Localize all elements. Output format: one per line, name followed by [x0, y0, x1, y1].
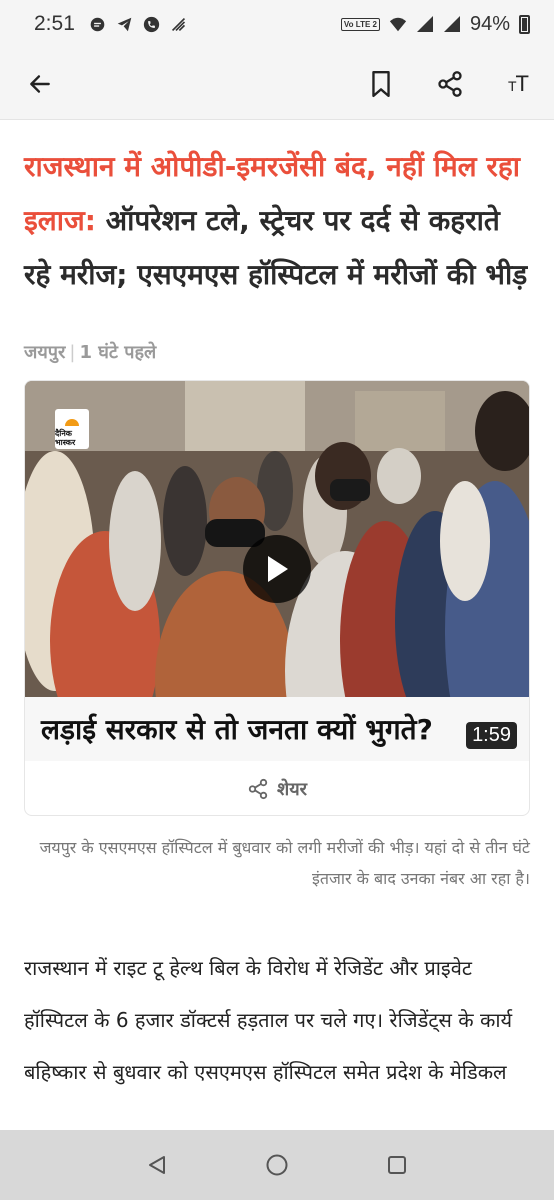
notification-icons	[89, 15, 188, 33]
bookmark-button[interactable]	[357, 60, 405, 108]
signal-stripes-icon	[170, 15, 188, 33]
message-icon	[89, 15, 107, 33]
recents-square-icon	[388, 1156, 406, 1174]
font-size-button[interactable]: TT	[494, 60, 542, 108]
logo-text: दैनिक भास्कर	[55, 429, 76, 447]
article-body: राजस्थान में राइट टू हेल्थ बिल के विरोध …	[24, 956, 513, 1084]
logo-sun-icon	[65, 419, 79, 426]
article-meta: जयपुर | 1 घंटे पहले	[24, 340, 156, 364]
photo-caption: जयपुर के एसएमएस हॉस्पिटल में बुधवार को ल…	[39, 838, 530, 888]
article-headline: राजस्थान में ओपीडी-इमरजेंसी बंद, नहीं मि…	[24, 140, 534, 302]
share-button[interactable]	[426, 60, 474, 108]
video-card: दैनिक भास्कर लड़ाई सरकार से तो जनता क्यो…	[24, 380, 530, 816]
font-size-icon: TT	[507, 71, 529, 96]
share-icon	[438, 71, 462, 97]
play-icon	[268, 556, 288, 582]
cell-signal-icon	[416, 15, 434, 33]
cell-signal-icon	[443, 15, 461, 33]
video-duration: 1:59	[466, 722, 517, 749]
volte-icon: Vo LTE 2	[340, 17, 380, 31]
nav-recents-button[interactable]	[384, 1152, 410, 1178]
back-button[interactable]	[16, 60, 64, 108]
nav-back-button[interactable]	[144, 1152, 170, 1178]
news-logo: दैनिक भास्कर	[55, 409, 89, 449]
status-bar: 2:51 Vo LTE 2 94%	[0, 0, 554, 48]
nav-home-button[interactable]	[264, 1152, 290, 1178]
time-ago: 1 घंटे पहले	[79, 342, 157, 363]
phone-icon	[143, 15, 161, 33]
wifi-icon	[389, 15, 407, 33]
article-toolbar: TT	[0, 48, 554, 120]
play-button[interactable]	[243, 535, 311, 603]
video-caption: लड़ाई सरकार से तो जनता क्यों भुगते?	[25, 697, 529, 761]
video-share-button[interactable]: शेयर	[25, 761, 529, 815]
location-label: जयपुर	[24, 342, 66, 363]
share-icon	[248, 778, 268, 800]
system-nav-bar	[0, 1130, 554, 1200]
share-label: शेयर	[276, 779, 308, 800]
system-icons: Vo LTE 2 94%	[340, 12, 530, 36]
back-triangle-icon	[149, 1156, 165, 1174]
clock: 2:51	[34, 12, 75, 35]
back-arrow-icon	[30, 75, 50, 93]
battery-percent: 94%	[469, 12, 510, 35]
home-circle-icon	[266, 1154, 288, 1176]
meta-divider: |	[69, 342, 76, 363]
bookmark-icon	[372, 70, 390, 98]
video-player[interactable]: दैनिक भास्कर लड़ाई सरकार से तो जनता क्यो…	[25, 381, 529, 761]
battery-icon	[519, 14, 530, 34]
telegram-icon	[116, 15, 134, 33]
headline-text: ऑपरेशन टले, स्ट्रेचर पर दर्द से कहराते र…	[24, 204, 528, 291]
